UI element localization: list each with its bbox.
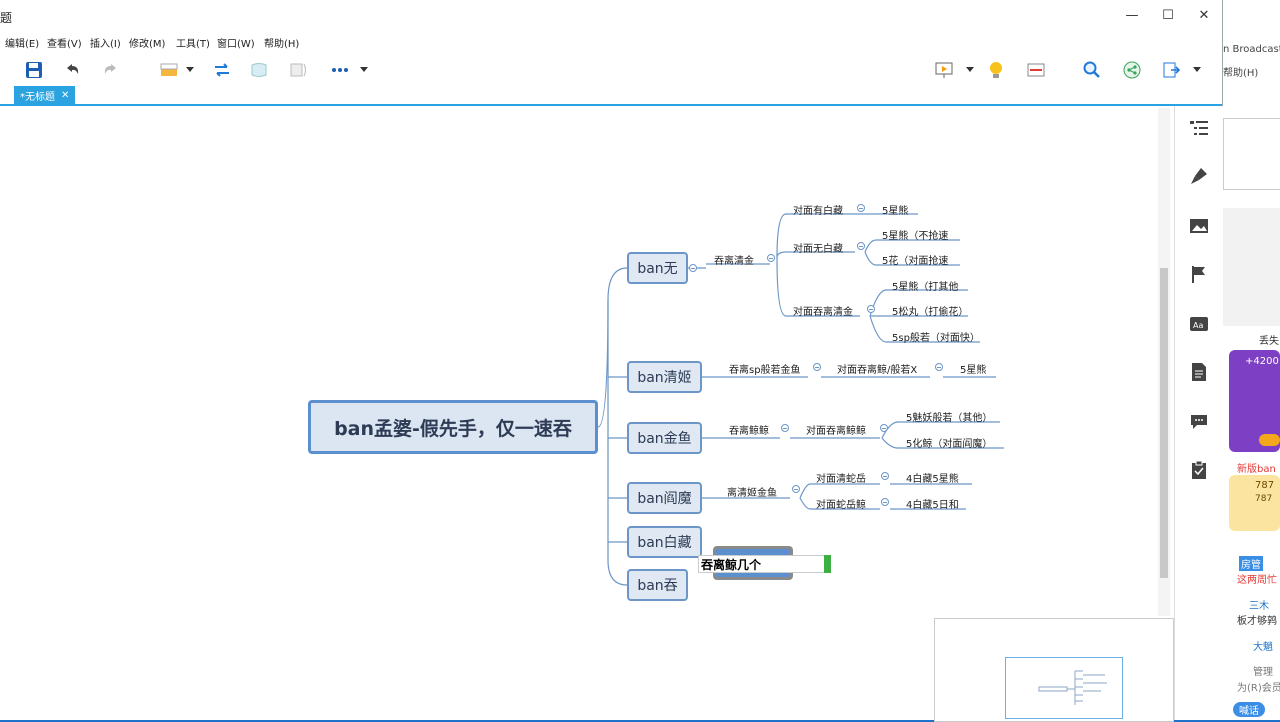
collapse-toggle-icon[interactable] (813, 363, 821, 371)
branch-ban-baizang[interactable]: ban白藏 (627, 526, 702, 558)
broadcast-help-menu[interactable]: 帮助(H) (1223, 64, 1258, 79)
broadcast-blank-panel (1223, 208, 1280, 326)
notes-document-icon[interactable] (1187, 360, 1211, 384)
outline-icon[interactable] (1187, 116, 1211, 140)
format-brush-icon[interactable] (1187, 164, 1211, 188)
subtopic[interactable]: 5松丸（打偷花） (892, 303, 968, 318)
export-dropdown-icon[interactable] (1191, 59, 1203, 81)
chat-line: 这两周忙 (1237, 575, 1277, 586)
collapse-toggle-icon[interactable] (935, 363, 943, 371)
broadcast-preview (1223, 118, 1280, 190)
mindmap-connectors (597, 213, 1004, 586)
lost-label: 丢失 (1259, 336, 1279, 347)
subtopic[interactable]: 离清姬金鱼 (727, 484, 777, 499)
subtopic[interactable]: 对面蛇岳鲸 (816, 496, 866, 511)
gift-card[interactable]: +4200 (1229, 350, 1280, 452)
collapse-toggle-icon[interactable] (792, 485, 800, 493)
collapse-toggle-icon[interactable] (881, 498, 889, 506)
subtopic[interactable]: 4白藏5日和 (906, 496, 959, 511)
branch-ban-tun[interactable]: ban吞 (627, 569, 688, 601)
collapse-toggle-icon[interactable] (880, 424, 888, 432)
subtopic[interactable]: 吞离鲸鲸 (729, 422, 769, 437)
collapse-toggle-icon[interactable] (867, 305, 875, 313)
subtopic[interactable]: 对面吞离清金 (793, 303, 853, 318)
subtopic[interactable]: 5化鲸（对面阎魔） (906, 435, 992, 450)
news-text: 新版ban (1237, 464, 1276, 475)
subtopic[interactable]: 5星熊（打其他 (892, 278, 958, 293)
collapse-toggle-icon[interactable] (781, 424, 789, 432)
subtopic[interactable]: 5sp般若（对面快） (892, 329, 980, 344)
gift-button[interactable] (1259, 434, 1280, 446)
minimap-thumbnail-icon (1038, 670, 1107, 705)
chat-line: 板才够鹑 (1237, 616, 1277, 627)
notice-number-2: 787 (1255, 494, 1273, 504)
confirm-edit-button[interactable] (824, 555, 831, 573)
subtopic[interactable]: 4白藏5星熊 (906, 470, 959, 485)
topic-edit-input[interactable]: 吞离鲸几个 (698, 555, 826, 573)
chat-username: 管理 (1253, 667, 1273, 678)
close-button[interactable]: ✕ (1194, 8, 1214, 23)
scrollbar-thumb[interactable] (1160, 268, 1168, 578)
branch-ban-wu[interactable]: ban无 (627, 252, 688, 284)
subtopic[interactable]: 吞离清金 (714, 252, 754, 267)
comment-icon[interactable] (1187, 410, 1211, 434)
notice-card[interactable]: 787 787 (1229, 475, 1280, 531)
gift-count: +4200 (1245, 356, 1279, 367)
branch-ban-jinyu[interactable]: ban金鱼 (627, 422, 702, 454)
task-clipboard-icon[interactable] (1187, 458, 1211, 482)
subtopic[interactable]: 对面吞离鲸/般若X (837, 361, 917, 376)
mindmap-app-window: 题 — ☐ ✕ 编辑(E) 查看(V) 插入(I) 修改(M) 工具(T) 窗口… (0, 0, 1223, 722)
subtopic[interactable]: 5星熊 (882, 202, 908, 217)
collapse-toggle-icon[interactable] (857, 204, 865, 212)
vertical-scrollbar[interactable] (1158, 108, 1170, 616)
subtopic[interactable]: 对面清蛇岳 (816, 470, 866, 485)
collapse-toggle-icon[interactable] (857, 242, 865, 250)
branch-ban-yanmo[interactable]: ban阎魔 (627, 482, 702, 514)
chat-username: 大魈 (1253, 642, 1273, 653)
chat-username: 三木 (1249, 601, 1269, 612)
minimap-overview[interactable] (934, 618, 1174, 722)
subtopic[interactable]: 5花（对面抢速 (882, 252, 948, 267)
subtopic[interactable]: 5魅妖般若（其他） (906, 409, 992, 424)
subtopic[interactable]: 对面吞离鲸鲸 (806, 422, 866, 437)
subtopic[interactable]: 对面无白藏 (793, 240, 843, 255)
room-admin-badge: 房管 (1239, 556, 1263, 571)
subtopic[interactable]: 吞离sp般若金鱼 (729, 361, 801, 376)
collapse-toggle-icon[interactable] (881, 472, 889, 480)
central-topic[interactable]: ban孟婆-假先手，仅一速吞 (308, 400, 598, 454)
broadcast-title: n Broadcaste (1223, 44, 1280, 55)
notice-number: 787 (1255, 480, 1275, 491)
subtopic[interactable]: 5星熊 (960, 361, 986, 376)
subtopic[interactable]: 5星熊（不抢速 (882, 227, 948, 242)
right-side-panel: Aa (1174, 106, 1223, 720)
shout-button[interactable]: 喊话 (1233, 702, 1265, 717)
collapse-toggle-icon[interactable] (767, 254, 775, 262)
svg-text:Aa: Aa (1193, 321, 1203, 330)
chat-line: 为(R)会员 (1237, 683, 1280, 694)
branch-ban-qingji[interactable]: ban清姬 (627, 361, 702, 393)
background-broadcast-app: n Broadcaste 帮助(H) 丢失 +4200 新版ban 787 78… (1223, 0, 1280, 720)
image-icon[interactable] (1187, 214, 1211, 238)
text-style-icon[interactable]: Aa (1187, 312, 1211, 336)
subtopic[interactable]: 对面有白藏 (793, 202, 843, 217)
collapse-toggle-icon[interactable] (689, 264, 697, 272)
flag-marker-icon[interactable] (1187, 262, 1211, 286)
